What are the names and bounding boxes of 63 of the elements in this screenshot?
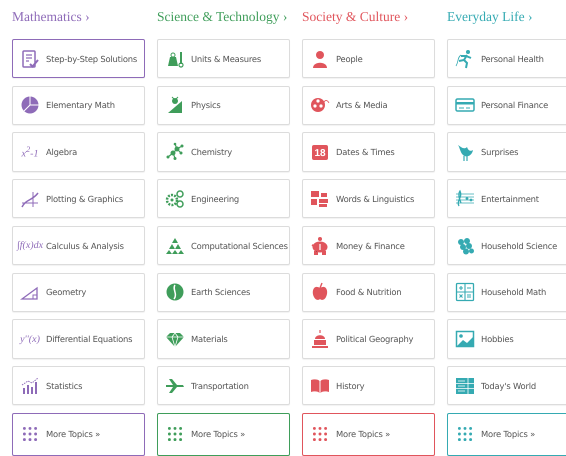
topic-card[interactable]: y''(x) Differential Equations: [12, 319, 145, 359]
topic-card[interactable]: Surprises: [447, 132, 566, 172]
formula-icon: ∫f(x)dx: [16, 240, 44, 252]
stock-table-icon: [455, 376, 475, 396]
topic-card[interactable]: Household Math: [447, 272, 566, 312]
dots-grid-icon: [22, 426, 38, 442]
topic-card[interactable]: Materials: [157, 319, 290, 359]
topic-card[interactable]: Chemistry: [157, 132, 290, 172]
topic-card[interactable]: Units & Measures: [157, 39, 290, 78]
molecule-icon: [165, 142, 185, 162]
calculator-icon: [455, 282, 475, 302]
column-heading[interactable]: Mathematics ›: [12, 8, 145, 26]
formula-icon: y''(x): [20, 334, 40, 345]
image-icon: [455, 329, 475, 350]
column-heading[interactable]: Society & Culture ›: [302, 8, 435, 26]
topic-card[interactable]: x$^{2}$-1 Algebra: [12, 132, 145, 172]
topic-card[interactable]: Geometry: [12, 272, 145, 312]
gears-icon: [165, 188, 185, 209]
topic-card[interactable]: Arts & Media: [302, 86, 435, 125]
topic-card[interactable]: History: [302, 366, 435, 406]
topic-card[interactable]: Plotting & Graphics: [12, 179, 145, 218]
topic-card[interactable]: Entertainment: [447, 179, 566, 218]
piggy-bank-icon: [310, 236, 330, 256]
topic-card[interactable]: Household Science: [447, 226, 566, 266]
dots-grid-icon: [167, 426, 183, 442]
more-topics-button[interactable]: More Topics »: [447, 412, 566, 456]
globe-icon: [165, 282, 185, 302]
topic-card[interactable]: Personal Finance: [447, 86, 566, 125]
topic-card[interactable]: Political Geography: [302, 319, 435, 359]
topic-card[interactable]: Transportation: [157, 366, 290, 406]
topic-card[interactable]: Computational Sciences: [157, 226, 290, 266]
topic-card[interactable]: Statistics: [12, 366, 145, 406]
more-topics-button[interactable]: More Topics »: [157, 412, 290, 456]
calendar-icon: 18: [312, 144, 328, 160]
more-topics-button[interactable]: More Topics »: [302, 412, 435, 456]
apple-icon: [310, 282, 330, 302]
topic-card[interactable]: Step-by-Step Solutions: [12, 39, 145, 78]
pie-chart-icon: [20, 95, 40, 116]
topic-card[interactable]: Engineering: [157, 179, 290, 218]
formula-icon: x$^{2}$-1: [22, 144, 38, 160]
topic-card[interactable]: Personal Health: [447, 39, 566, 78]
topic-card[interactable]: Hobbies: [447, 319, 566, 359]
capitol-dome-icon: [310, 329, 330, 350]
bar-chart-icon: [20, 376, 40, 396]
more-topics-button[interactable]: More Topics »: [12, 412, 145, 456]
triangle-stack-icon: [165, 236, 185, 256]
letter-blocks-icon: [310, 188, 330, 209]
topic-card[interactable]: Physics: [157, 86, 290, 125]
person-bust-icon: [310, 48, 330, 69]
topic-card[interactable]: Food & Nutrition: [302, 272, 435, 312]
topic-card[interactable]: Money & Finance: [302, 226, 435, 266]
grape-cluster-icon: [455, 236, 475, 256]
topic-card[interactable]: Earth Sciences: [157, 272, 290, 312]
topic-card[interactable]: Today's World: [447, 366, 566, 406]
notepad-check-icon: [20, 48, 40, 69]
topic-card[interactable]: ∫f(x)dx Calculus & Analysis: [12, 226, 145, 266]
topic-card[interactable]: Elementary Math: [12, 86, 145, 125]
topic-card[interactable]: Words & Linguistics: [302, 179, 435, 218]
topic-card[interactable]: 18 Dates & Times: [302, 132, 435, 172]
dots-grid-icon: [312, 426, 328, 442]
topic-card[interactable]: People: [302, 39, 435, 78]
music-staff-icon: [455, 188, 475, 209]
dots-grid-icon: [457, 426, 473, 442]
